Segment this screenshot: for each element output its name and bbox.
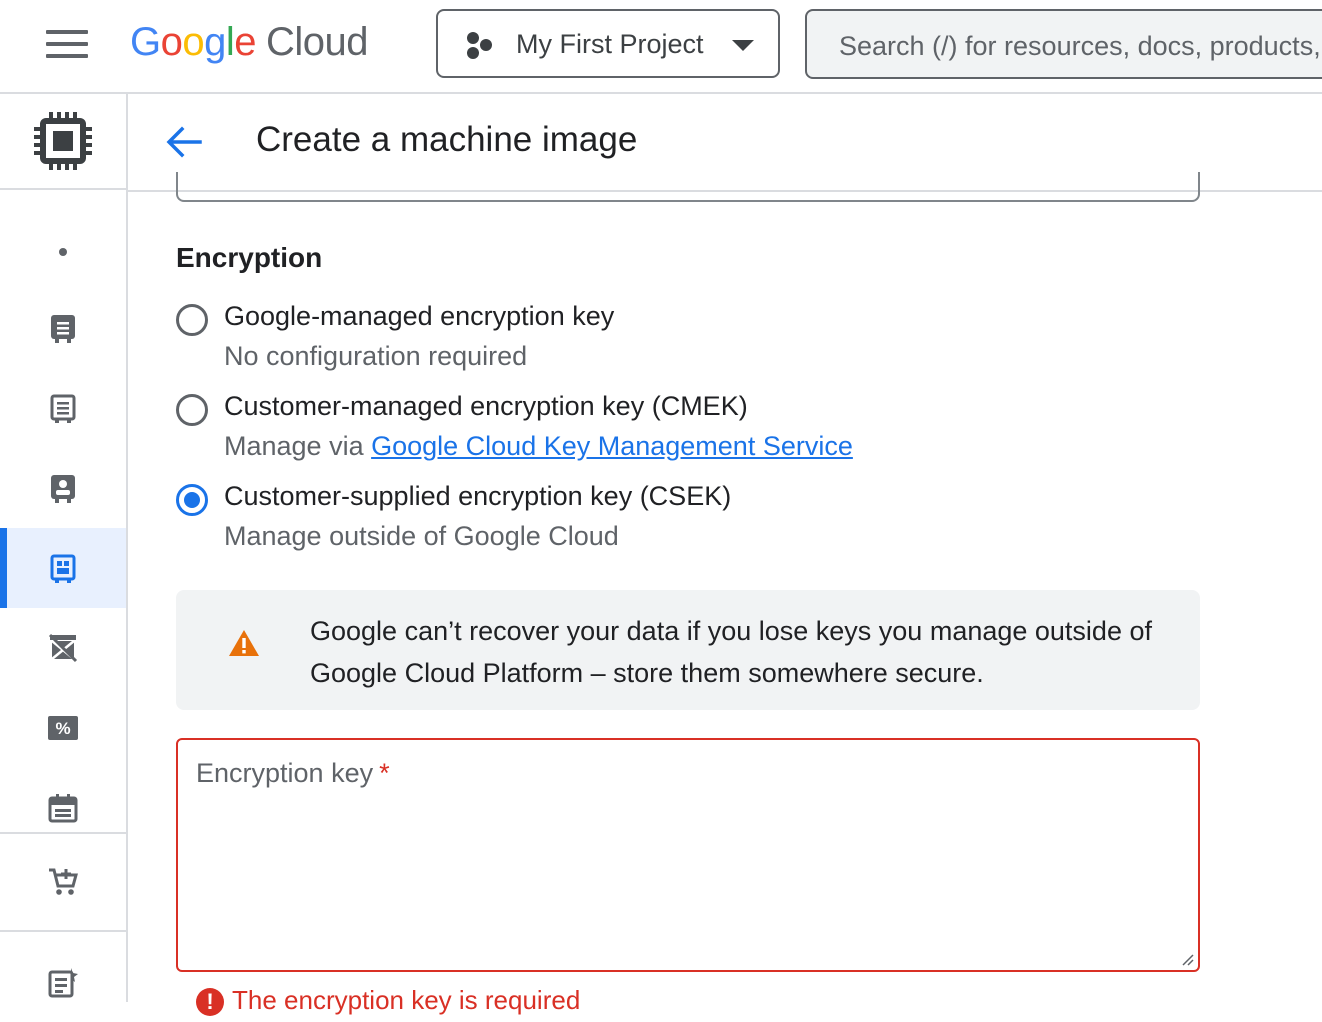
encryption-key-field[interactable]: Encryption key * xyxy=(176,738,1200,972)
rail-item-overview[interactable] xyxy=(0,212,126,292)
logo-letter: g xyxy=(204,20,226,64)
google-cloud-logo[interactable]: Google Cloud xyxy=(130,20,369,65)
release-notes-icon xyxy=(48,968,78,998)
radio-description: Manage outside of Google Cloud xyxy=(224,521,619,551)
resize-grip-icon[interactable] xyxy=(1178,950,1194,966)
back-arrow-icon[interactable] xyxy=(164,122,204,162)
logo-letter: G xyxy=(130,20,161,64)
rail-item-committed-use-discounts[interactable]: % xyxy=(0,688,126,768)
svg-text:%: % xyxy=(55,719,70,738)
logo-letter: l xyxy=(225,20,235,64)
logo-cloud-text: Cloud xyxy=(266,20,369,64)
radio-label: Customer-managed encryption key (CMEK) xyxy=(224,391,748,421)
search-input[interactable] xyxy=(837,25,1322,67)
encryption-section-title: Encryption xyxy=(176,242,323,273)
marketplace-cart-icon xyxy=(49,868,78,895)
previous-field-bottom-edge xyxy=(176,172,1200,202)
radio-button[interactable] xyxy=(176,394,208,426)
rail-item-vm-instances[interactable] xyxy=(0,288,126,368)
radio-description: Manage via Google Cloud Key Management S… xyxy=(224,431,853,462)
rail-item-sole-tenant-nodes[interactable] xyxy=(0,448,126,528)
logo-letter: o xyxy=(182,20,205,64)
warning-text: Google can’t recover your data if you lo… xyxy=(310,616,1152,688)
warning-banner: Google can’t recover your data if you lo… xyxy=(176,590,1200,710)
rail-item-machine-images[interactable] xyxy=(0,528,126,608)
instance-icon xyxy=(51,315,75,343)
top-bar: Google Cloud My First Project xyxy=(0,0,1322,94)
compute-chip-icon xyxy=(34,112,92,170)
error-icon xyxy=(196,988,224,1017)
field-label-text: Encryption key xyxy=(196,758,374,788)
logo-letter: e xyxy=(234,20,257,64)
radio-button[interactable] xyxy=(176,304,208,336)
rail-item-instance-templates[interactable] xyxy=(0,368,126,448)
warning-icon xyxy=(229,630,259,656)
machine-image-icon xyxy=(50,554,76,583)
radio-label: Google-managed encryption key xyxy=(224,301,615,331)
error-text: The encryption key is required xyxy=(232,985,581,1015)
rail-item-reservations[interactable] xyxy=(0,768,126,848)
radio-button-selected[interactable] xyxy=(176,484,208,516)
rail-item-tpus[interactable] xyxy=(0,608,126,688)
template-icon xyxy=(50,394,76,423)
project-name: My First Project xyxy=(516,29,704,59)
encryption-key-input[interactable] xyxy=(194,800,1184,964)
dot-icon xyxy=(59,248,67,256)
logo-letter: o xyxy=(160,20,183,64)
chevron-down-icon xyxy=(732,40,754,51)
error-message: The encryption key is required xyxy=(196,985,581,1017)
rail-divider xyxy=(0,930,126,932)
project-picker-button[interactable]: My First Project xyxy=(436,9,780,78)
sole-tenant-icon xyxy=(51,475,75,503)
product-nav-rail: % xyxy=(0,94,128,1002)
discount-icon: % xyxy=(48,716,78,740)
project-hexagons-icon xyxy=(467,32,492,59)
tpu-icon xyxy=(48,633,78,663)
rail-divider xyxy=(0,832,126,834)
radio-description-prefix: Manage via xyxy=(224,431,372,461)
radio-description: No configuration required xyxy=(224,341,528,371)
page-title: Create a machine image xyxy=(256,120,638,159)
kms-link[interactable]: Google Cloud Key Management Service xyxy=(371,431,853,461)
calendar-icon xyxy=(48,794,78,823)
encryption-key-label: Encryption key * xyxy=(196,758,390,789)
radio-label: Customer-supplied encryption key (CSEK) xyxy=(224,481,732,511)
rail-item-release-notes[interactable] xyxy=(0,942,126,1022)
search-box[interactable] xyxy=(805,9,1322,79)
main-menu-icon[interactable] xyxy=(46,30,88,62)
required-asterisk: * xyxy=(379,758,390,788)
rail-header xyxy=(0,94,126,190)
rail-item-marketplace[interactable] xyxy=(0,842,126,922)
